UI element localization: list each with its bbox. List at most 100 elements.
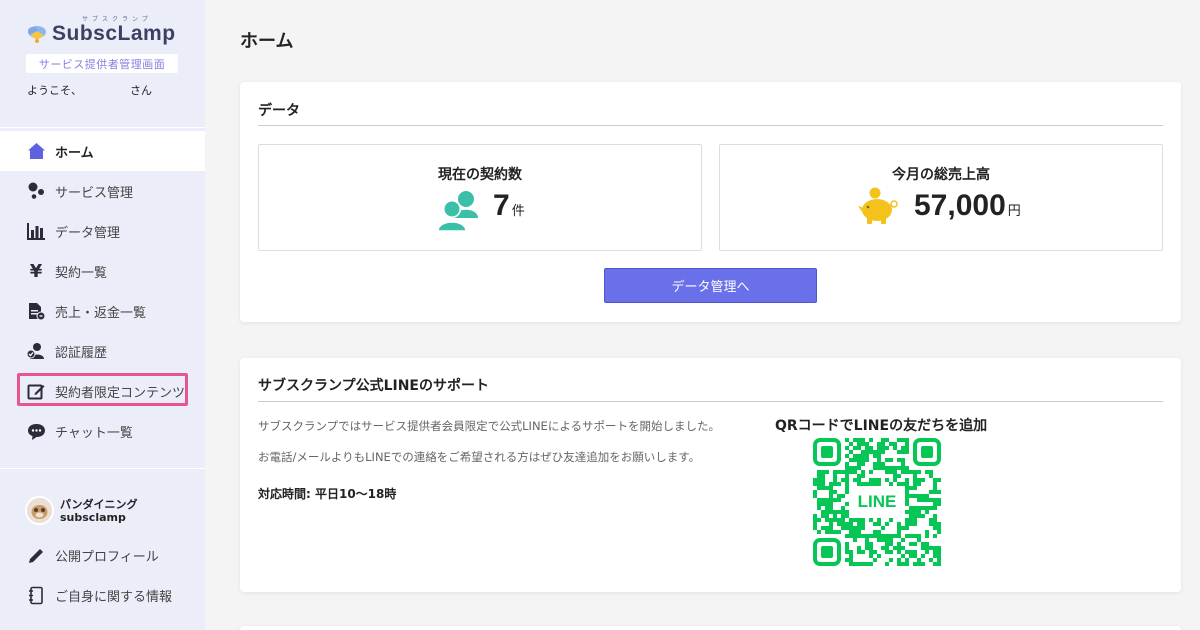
qr-module — [817, 498, 821, 502]
qr-module — [901, 526, 905, 530]
sidebar-item-auth-history[interactable]: 認証履歴 — [0, 331, 205, 371]
sidebar-divider — [0, 468, 205, 469]
line-support-card: サブスクランプ公式LINEのサポート サブスクランプではサービス提供者会員限定で… — [240, 358, 1181, 592]
qr-module — [825, 502, 829, 506]
qr-module — [881, 446, 885, 450]
lamp-logo-icon — [26, 23, 48, 45]
qr-module — [845, 510, 849, 514]
qr-module — [881, 546, 885, 550]
qr-module — [917, 494, 921, 498]
avatar — [25, 496, 54, 525]
qr-module — [897, 526, 901, 530]
qr-module — [825, 506, 829, 510]
qr-module — [897, 482, 901, 486]
qr-module — [885, 458, 889, 462]
qr-module — [837, 494, 841, 498]
qr-module — [913, 542, 917, 546]
qr-module — [861, 462, 865, 466]
qr-module — [845, 502, 849, 506]
qr-module — [905, 534, 909, 538]
qr-module — [885, 542, 889, 546]
data-card: データ 現在の契約数 7件 今月の総売上高 57,000 円 データ管理へ — [240, 82, 1181, 322]
line-description-1: サブスクランプではサービス提供者会員限定で公式LINEによるサポートを開始しまし… — [258, 419, 720, 433]
qr-module — [837, 510, 841, 514]
qr-module — [849, 530, 853, 534]
qr-module — [889, 482, 893, 486]
sidebar-item-personal-info[interactable]: ご自身に関する情報 — [0, 575, 205, 615]
qr-module — [849, 534, 853, 538]
sidebar-item-label: ご自身に関する情報 — [55, 589, 173, 605]
qr-module — [857, 518, 861, 522]
qr-module — [861, 470, 865, 474]
qr-module — [813, 478, 817, 482]
role-badge: サービス提供者管理画面 — [26, 54, 178, 73]
qr-module — [817, 502, 821, 506]
qr-module — [869, 542, 873, 546]
qr-module — [857, 478, 861, 482]
qr-module — [845, 438, 849, 442]
qr-module — [909, 494, 913, 498]
chat-icon — [26, 421, 46, 441]
qr-module — [869, 534, 873, 538]
qr-module — [937, 554, 941, 558]
qr-module — [913, 550, 917, 554]
sidebar-item-chats[interactable]: チャット一覧 — [0, 411, 205, 451]
qr-module — [837, 470, 841, 474]
qr-module — [853, 458, 857, 462]
qr-module — [909, 518, 913, 522]
qr-module — [925, 494, 929, 498]
line-qr-code[interactable]: LINE — [813, 438, 941, 566]
account-profile[interactable]: パンダイニング subsclamp — [25, 496, 138, 525]
qr-module — [933, 502, 937, 506]
qr-module — [905, 442, 909, 446]
qr-module — [933, 490, 937, 494]
sidebar-item-label: 公開プロフィール — [55, 549, 159, 565]
logo[interactable]: サブスクランプ SubscLamp — [26, 17, 176, 46]
qr-module — [877, 538, 881, 542]
qr-module — [913, 514, 917, 518]
line-card-title: サブスクランプ公式LINEのサポート — [258, 378, 489, 394]
qr-module — [873, 450, 877, 454]
qr-module — [897, 542, 901, 546]
qr-module — [885, 534, 889, 538]
qr-module — [853, 538, 857, 542]
sidebar-item-label: チャット一覧 — [55, 425, 133, 441]
qr-module — [929, 498, 933, 502]
sidebar-item-home[interactable]: ホーム — [0, 131, 205, 171]
qr-module — [913, 562, 917, 566]
qr-module — [885, 478, 889, 482]
profile-handle: subsclamp — [60, 510, 126, 524]
qr-module — [937, 550, 941, 554]
qr-module — [845, 546, 849, 550]
qr-module — [857, 530, 861, 534]
qr-module — [917, 534, 921, 538]
qr-module — [853, 454, 857, 458]
data-management-button[interactable]: データ管理へ — [604, 268, 817, 303]
sidebar-item-sales[interactable]: 売上・返金一覧 — [0, 291, 205, 331]
qr-module — [825, 510, 829, 514]
qr-module — [917, 510, 921, 514]
qr-module — [933, 550, 937, 554]
sidebar-item-services[interactable]: サービス管理 — [0, 171, 205, 211]
qr-module — [861, 482, 865, 486]
qr-module — [857, 534, 861, 538]
qr-module — [905, 562, 909, 566]
qr-module — [857, 526, 861, 530]
qr-module — [913, 478, 917, 482]
qr-module — [909, 470, 913, 474]
sidebar-item-public-profile[interactable]: 公開プロフィール — [0, 535, 205, 575]
qr-module — [849, 458, 853, 462]
qr-module — [889, 550, 893, 554]
qr-module — [845, 478, 849, 482]
qr-module — [921, 494, 925, 498]
qr-module — [905, 498, 909, 502]
qr-module — [885, 466, 889, 470]
sidebar-item-data[interactable]: データ管理 — [0, 211, 205, 251]
qr-module — [873, 558, 877, 562]
qr-module — [821, 478, 825, 482]
qr-module — [937, 562, 941, 566]
qr-module — [905, 490, 909, 494]
sidebar-item-contracts[interactable]: ¥ 契約一覧 — [0, 251, 205, 291]
sidebar-item-label: 契約一覧 — [55, 265, 108, 281]
notebook-icon — [26, 585, 46, 605]
